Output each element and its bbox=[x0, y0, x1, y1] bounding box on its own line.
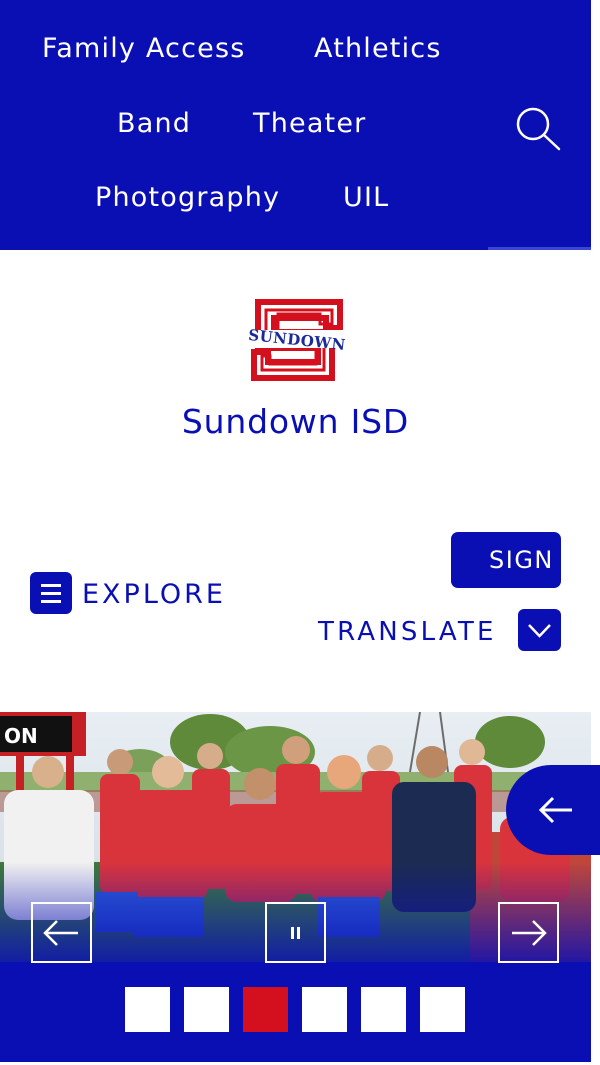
previous-slide-button[interactable] bbox=[31, 902, 92, 963]
next-slide-button[interactable] bbox=[498, 902, 559, 963]
district-logo[interactable]: SUNDOWN bbox=[244, 298, 350, 382]
nav-divider bbox=[488, 247, 591, 250]
nav-link-photography[interactable]: Photography bbox=[95, 182, 280, 213]
search-button[interactable] bbox=[512, 104, 564, 154]
scoreboard-text: ON bbox=[4, 724, 38, 748]
nav-link-family-access[interactable]: Family Access bbox=[42, 33, 246, 64]
slide-dot-3-active[interactable] bbox=[243, 987, 288, 1032]
back-floating-button[interactable] bbox=[506, 765, 600, 855]
page-edge bbox=[591, 0, 600, 1065]
sign-in-label: SIGN bbox=[489, 546, 554, 574]
nav-link-band[interactable]: Band bbox=[117, 108, 191, 139]
search-icon bbox=[516, 107, 561, 151]
slide-dot-1[interactable] bbox=[125, 987, 170, 1032]
slide-dot-6[interactable] bbox=[420, 987, 465, 1032]
nav-link-uil[interactable]: UIL bbox=[343, 182, 389, 213]
pause-slideshow-button[interactable] bbox=[265, 902, 326, 963]
explore-label: EXPLORE bbox=[82, 579, 226, 610]
nav-link-theater[interactable]: Theater bbox=[253, 108, 366, 139]
pause-icon bbox=[291, 927, 300, 939]
translate-label[interactable]: TRANSLATE bbox=[318, 617, 497, 647]
site-title[interactable]: Sundown ISD bbox=[0, 402, 591, 441]
arrow-right-icon bbox=[512, 920, 547, 946]
top-navigation: Family Access Athletics Band Theater Pho… bbox=[0, 0, 591, 250]
slide-dot-4[interactable] bbox=[302, 987, 347, 1032]
translate-dropdown-button[interactable] bbox=[518, 609, 561, 651]
chevron-down-icon bbox=[528, 624, 551, 638]
hamburger-icon bbox=[30, 572, 72, 614]
nav-link-athletics[interactable]: Athletics bbox=[314, 33, 442, 64]
hero-slideshow: ON bbox=[0, 712, 591, 1065]
arrow-left-icon bbox=[43, 920, 78, 946]
sign-in-button[interactable]: SIGN bbox=[451, 532, 561, 588]
slide-dot-5[interactable] bbox=[361, 987, 406, 1032]
arrow-left-icon bbox=[538, 796, 572, 824]
slide-dot-2[interactable] bbox=[184, 987, 229, 1032]
